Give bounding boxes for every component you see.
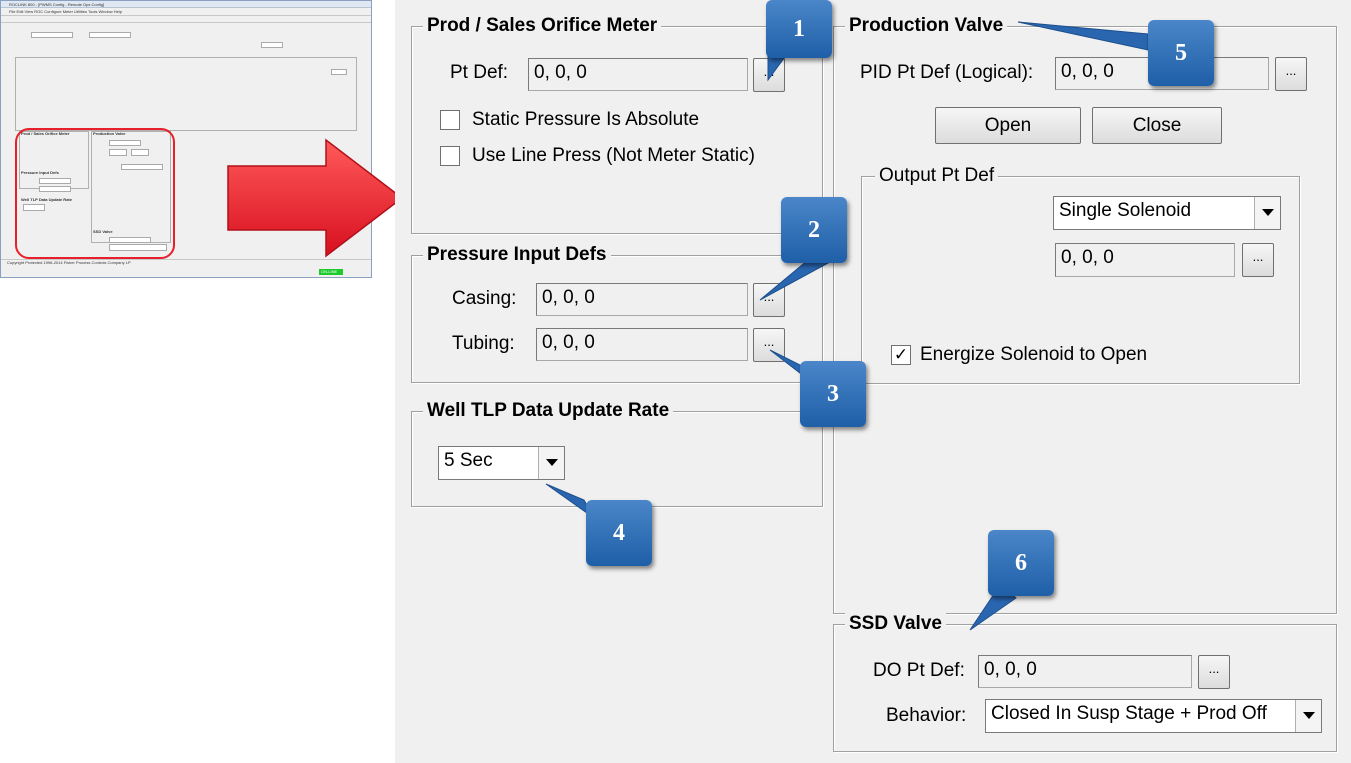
callout-6: 6: [988, 530, 1054, 596]
callout-5-pointer: [1017, 21, 1149, 51]
callout-3: 3: [800, 361, 866, 427]
callout-1: 1: [766, 0, 832, 58]
callout-4: 4: [586, 500, 652, 566]
callout-2: 2: [781, 197, 847, 263]
callout-5: 5: [1148, 20, 1214, 86]
callout-2-pointer: [759, 259, 832, 301]
callout-pointers: [545, 21, 1149, 631]
